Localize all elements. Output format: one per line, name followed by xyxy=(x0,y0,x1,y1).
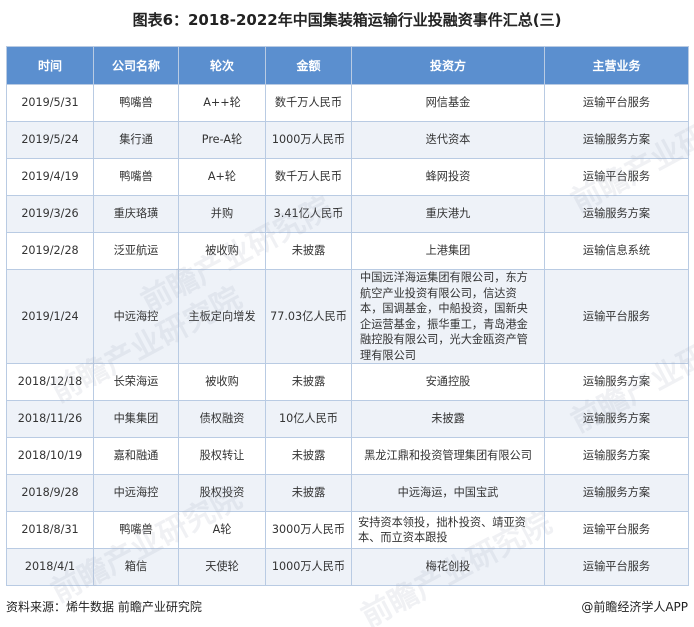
cell-round: 股权转让 xyxy=(178,437,266,475)
cell-amount: 未披露 xyxy=(265,363,352,401)
cell-time: 2019/4/19 xyxy=(6,158,94,196)
cell-business: 运输服务方案 xyxy=(544,121,689,159)
cell-investor: 网信基金 xyxy=(351,84,545,122)
cell-time: 2018/12/18 xyxy=(6,363,94,401)
cell-investor: 安通控股 xyxy=(351,363,545,401)
table-row: 2019/4/19 鸭嘴兽 A+轮 数千万人民币 蜂网投资 运输平台服务 xyxy=(6,158,689,196)
cell-time: 2019/2/28 xyxy=(6,232,94,270)
cell-amount: 77.03亿人民币 xyxy=(265,269,352,364)
investment-events-table: 时间 公司名称 轮次 金额 投资方 主营业务 2019/5/31 鸭嘴兽 A++… xyxy=(6,46,689,586)
table-row: 2018/4/1 箱信 天使轮 1000万人民币 梅花创投 运输平台服务 xyxy=(6,548,689,586)
cell-company: 鸭嘴兽 xyxy=(93,511,179,549)
cell-company: 鸭嘴兽 xyxy=(93,84,179,122)
brand-credit: @前瞻经济学人APP xyxy=(581,600,688,614)
cell-investor: 蜂网投资 xyxy=(351,158,545,196)
cell-time: 2018/8/31 xyxy=(6,511,94,549)
table-row: 2018/10/19 嘉和融通 股权转让 未披露 黑龙江鼎和投资管理集团有限公司… xyxy=(6,437,689,475)
header-investor: 投资方 xyxy=(351,46,545,85)
cell-investor: 梅花创投 xyxy=(351,548,545,586)
cell-amount: 10亿人民币 xyxy=(265,400,352,438)
header-amount: 金额 xyxy=(265,46,352,85)
table-row: 2018/11/26 中集集团 债权融资 10亿人民币 未披露 运输服务方案 xyxy=(6,400,689,438)
cell-investor: 中远海运，中国宝武 xyxy=(351,474,545,512)
table-row: 2019/3/26 重庆珞璜 并购 3.41亿人民币 重庆港九 运输服务方案 xyxy=(6,195,689,233)
cell-business: 运输服务方案 xyxy=(544,437,689,475)
source-note: 资料来源：烯牛数据 前瞻产业研究院 xyxy=(6,600,202,614)
table-row: 2019/5/24 集行通 Pre-A轮 1000万人民币 迭代资本 运输服务方… xyxy=(6,121,689,159)
cell-investor: 中国远洋海运集团有限公司，东方航空产业投资有限公司，信达资本，国调基金，中船投资… xyxy=(351,269,545,364)
cell-investor: 安持资本领投，拙朴投资、靖亚资本、而立资本跟投 xyxy=(351,511,545,549)
cell-amount: 3000万人民币 xyxy=(265,511,352,549)
cell-time: 2019/3/26 xyxy=(6,195,94,233)
cell-business: 运输服务方案 xyxy=(544,195,689,233)
cell-business: 运输平台服务 xyxy=(544,548,689,586)
table-row: 2018/8/31 鸭嘴兽 A轮 3000万人民币 安持资本领投，拙朴投资、靖亚… xyxy=(6,511,689,549)
cell-business: 运输服务方案 xyxy=(544,474,689,512)
cell-business: 运输信息系统 xyxy=(544,232,689,270)
table-row: 2019/1/24 中远海控 主板定向增发 77.03亿人民币 中国远洋海运集团… xyxy=(6,269,689,364)
cell-amount: 3.41亿人民币 xyxy=(265,195,352,233)
cell-time: 2019/1/24 xyxy=(6,269,94,364)
cell-amount: 未披露 xyxy=(265,232,352,270)
cell-business: 运输平台服务 xyxy=(544,158,689,196)
cell-round: A++轮 xyxy=(178,84,266,122)
cell-business: 运输服务方案 xyxy=(544,363,689,401)
cell-company: 箱信 xyxy=(93,548,179,586)
cell-time: 2018/10/19 xyxy=(6,437,94,475)
cell-amount: 1000万人民币 xyxy=(265,121,352,159)
cell-company: 中远海控 xyxy=(93,269,179,364)
cell-business: 运输平台服务 xyxy=(544,511,689,549)
cell-time: 2018/4/1 xyxy=(6,548,94,586)
cell-investor: 黑龙江鼎和投资管理集团有限公司 xyxy=(351,437,545,475)
chart-title: 图表6：2018-2022年中国集装箱运输行业投融资事件汇总(三) xyxy=(132,11,562,29)
cell-company: 鸭嘴兽 xyxy=(93,158,179,196)
cell-amount: 未披露 xyxy=(265,437,352,475)
cell-round: 并购 xyxy=(178,195,266,233)
cell-investor: 重庆港九 xyxy=(351,195,545,233)
cell-business: 运输平台服务 xyxy=(544,84,689,122)
header-time: 时间 xyxy=(6,46,94,85)
cell-company: 重庆珞璜 xyxy=(93,195,179,233)
cell-company: 中远海控 xyxy=(93,474,179,512)
header-business: 主营业务 xyxy=(544,46,689,85)
cell-time: 2019/5/24 xyxy=(6,121,94,159)
cell-round: A+轮 xyxy=(178,158,266,196)
header-company: 公司名称 xyxy=(93,46,179,85)
cell-company: 嘉和融通 xyxy=(93,437,179,475)
cell-round: Pre-A轮 xyxy=(178,121,266,159)
cell-round: A轮 xyxy=(178,511,266,549)
cell-company: 集行通 xyxy=(93,121,179,159)
cell-round: 被收购 xyxy=(178,232,266,270)
cell-time: 2018/11/26 xyxy=(6,400,94,438)
cell-round: 天使轮 xyxy=(178,548,266,586)
cell-company: 长荣海运 xyxy=(93,363,179,401)
cell-business: 运输平台服务 xyxy=(544,269,689,364)
header-round: 轮次 xyxy=(178,46,266,85)
cell-investor: 未披露 xyxy=(351,400,545,438)
cell-amount: 未披露 xyxy=(265,474,352,512)
cell-amount: 1000万人民币 xyxy=(265,548,352,586)
cell-time: 2019/5/31 xyxy=(6,84,94,122)
cell-round: 被收购 xyxy=(178,363,266,401)
cell-business: 运输服务方案 xyxy=(544,400,689,438)
table-row: 2019/2/28 泛亚航运 被收购 未披露 上港集团 运输信息系统 xyxy=(6,232,689,270)
cell-time: 2018/9/28 xyxy=(6,474,94,512)
cell-round: 股权投资 xyxy=(178,474,266,512)
table-row: 2019/5/31 鸭嘴兽 A++轮 数千万人民币 网信基金 运输平台服务 xyxy=(6,84,689,122)
cell-investor: 迭代资本 xyxy=(351,121,545,159)
cell-company: 泛亚航运 xyxy=(93,232,179,270)
table-row: 2018/12/18 长荣海运 被收购 未披露 安通控股 运输服务方案 xyxy=(6,363,689,401)
cell-investor: 上港集团 xyxy=(351,232,545,270)
table-header-row: 时间 公司名称 轮次 金额 投资方 主营业务 xyxy=(6,46,689,85)
cell-round: 主板定向增发 xyxy=(178,269,266,364)
cell-amount: 数千万人民币 xyxy=(265,84,352,122)
cell-company: 中集集团 xyxy=(93,400,179,438)
cell-round: 债权融资 xyxy=(178,400,266,438)
cell-amount: 数千万人民币 xyxy=(265,158,352,196)
table-row: 2018/9/28 中远海控 股权投资 未披露 中远海运，中国宝武 运输服务方案 xyxy=(6,474,689,512)
